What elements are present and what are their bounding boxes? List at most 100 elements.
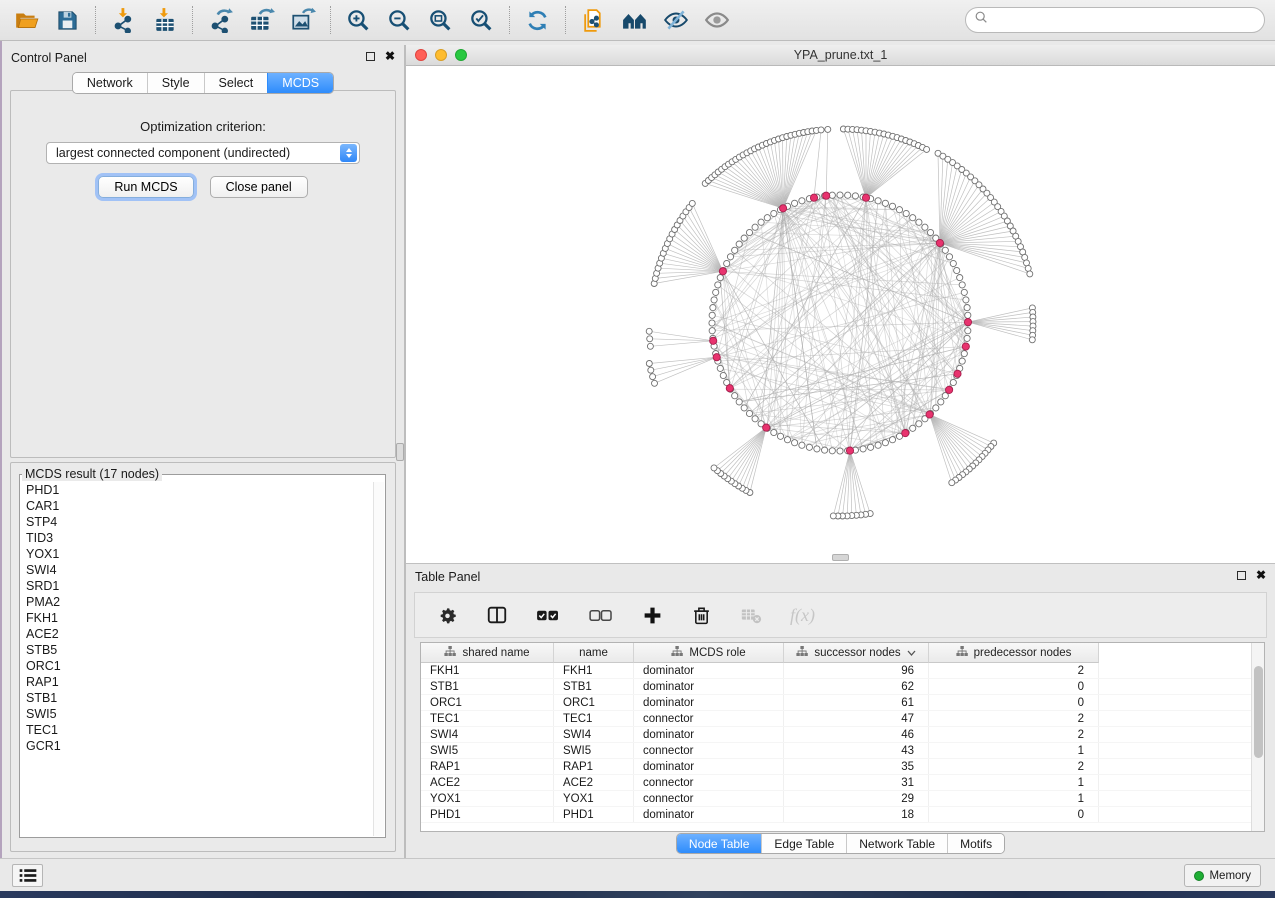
export-network-icon[interactable] (200, 4, 241, 36)
network-canvas[interactable] (406, 66, 1275, 563)
mcds-list-item[interactable]: FKH1 (26, 610, 372, 626)
column-header-name[interactable]: name (554, 643, 634, 663)
tab-mcds[interactable]: MCDS (267, 73, 333, 93)
table-cell: 2 (929, 727, 1099, 742)
open-file-icon[interactable] (6, 4, 47, 36)
table-tab-node-table[interactable]: Node Table (677, 834, 762, 853)
close-table-panel-icon[interactable]: ✖ (1256, 570, 1266, 580)
table-row[interactable]: STB1STB1dominator620 (421, 679, 1264, 695)
run-mcds-button[interactable]: Run MCDS (98, 176, 193, 198)
zoom-fit-icon[interactable] (420, 4, 461, 36)
table-tab-motifs[interactable]: Motifs (947, 834, 1004, 853)
table-row[interactable]: SWI5SWI5connector431 (421, 743, 1264, 759)
zoom-out-icon[interactable] (379, 4, 420, 36)
refresh-icon[interactable] (517, 4, 558, 36)
memory-status-icon (1194, 871, 1204, 881)
toolbar-separator (330, 6, 331, 34)
column-header-predecessor-nodes[interactable]: predecessor nodes (929, 643, 1099, 663)
table-row[interactable]: YOX1YOX1connector291 (421, 791, 1264, 807)
mcds-list-item[interactable]: TEC1 (26, 722, 372, 738)
mcds-list-item[interactable]: GCR1 (26, 738, 372, 754)
table-cell: YOX1 (554, 791, 634, 806)
table-cell: dominator (634, 679, 784, 694)
tab-style[interactable]: Style (147, 73, 204, 93)
mcds-list-item[interactable]: SRD1 (26, 578, 372, 594)
mcds-list-item[interactable]: STP4 (26, 514, 372, 530)
mcds-list-item[interactable]: PMA2 (26, 594, 372, 610)
table-tab-network-table[interactable]: Network Table (846, 834, 947, 853)
zoom-in-icon[interactable] (338, 4, 379, 36)
mcds-list-item[interactable]: STB1 (26, 690, 372, 706)
table-cell: 31 (784, 775, 929, 790)
show-graphics-details-icon[interactable] (696, 4, 737, 36)
network-graph[interactable] (406, 66, 1275, 563)
search-input[interactable] (993, 10, 1264, 30)
settings-icon[interactable] (437, 605, 458, 626)
table-row[interactable]: TEC1TEC1connector472 (421, 711, 1264, 727)
mcds-list-item[interactable]: ORC1 (26, 658, 372, 674)
hide-graphics-details-icon[interactable] (655, 4, 696, 36)
mcds-list-item[interactable]: RAP1 (26, 674, 372, 690)
delete-icon[interactable] (691, 605, 712, 626)
main-toolbar (0, 0, 1275, 41)
add-icon[interactable] (642, 605, 663, 626)
table-row[interactable]: SWI4SWI4dominator462 (421, 727, 1264, 743)
export-table-icon[interactable] (241, 4, 282, 36)
table-row[interactable]: ACE2ACE2connector311 (421, 775, 1264, 791)
table-cell: 46 (784, 727, 929, 742)
save-icon[interactable] (47, 4, 88, 36)
table-row[interactable]: FKH1FKH1dominator962 (421, 663, 1264, 679)
mcds-list-item[interactable]: TID3 (26, 530, 372, 546)
panel-list-button[interactable] (12, 864, 43, 887)
close-panel-icon[interactable]: ✖ (385, 51, 395, 61)
table-cell: SWI4 (554, 727, 634, 742)
table-scrollbar[interactable] (1251, 643, 1264, 831)
mcds-list-item[interactable]: SWI5 (26, 706, 372, 722)
table-row[interactable]: PHD1PHD1dominator180 (421, 807, 1264, 823)
float-table-panel-icon[interactable] (1237, 571, 1246, 580)
horizontal-splitter-grip[interactable] (832, 554, 849, 561)
mcds-list-scrollbar[interactable] (373, 482, 384, 836)
mcds-list-item[interactable]: STB5 (26, 642, 372, 658)
maximize-window-button[interactable] (455, 49, 467, 61)
close-window-button[interactable] (415, 49, 427, 61)
mcds-list-item[interactable]: YOX1 (26, 546, 372, 562)
deselect-all-icon[interactable] (589, 606, 614, 625)
table-tab-edge-table[interactable]: Edge Table (761, 834, 846, 853)
zoom-selected-icon[interactable] (461, 4, 502, 36)
table-scrollbar-thumb[interactable] (1254, 666, 1263, 758)
tab-network[interactable]: Network (73, 73, 147, 93)
close-panel-button[interactable]: Close panel (210, 176, 308, 198)
table-cell: 0 (929, 695, 1099, 710)
memory-button[interactable]: Memory (1184, 864, 1261, 887)
import-network-icon[interactable] (103, 4, 144, 36)
mcds-list-item[interactable]: CAR1 (26, 498, 372, 514)
table-cell: PHD1 (421, 807, 554, 822)
table-cell: SWI5 (554, 743, 634, 758)
table-cell: 1 (929, 775, 1099, 790)
table-row[interactable]: ORC1ORC1dominator610 (421, 695, 1264, 711)
toolbar-group (338, 4, 502, 36)
float-panel-icon[interactable] (366, 52, 375, 61)
column-header-shared-name[interactable]: shared name (421, 643, 554, 663)
mcds-list-item[interactable]: SWI4 (26, 562, 372, 578)
clone-network-icon[interactable] (573, 4, 614, 36)
column-header-successor-nodes[interactable]: successor nodes (784, 643, 929, 663)
splitter-grip[interactable] (396, 443, 404, 461)
columns-icon[interactable] (486, 604, 508, 626)
first-neighbors-icon[interactable] (614, 4, 655, 36)
column-header-MCDS-role[interactable]: MCDS role (634, 643, 784, 663)
tab-select[interactable]: Select (204, 73, 268, 93)
optimization-criterion-select[interactable]: largest connected component (undirected) (46, 142, 360, 164)
toolbar-separator (95, 6, 96, 34)
minimize-window-button[interactable] (435, 49, 447, 61)
mcds-list-item[interactable]: ACE2 (26, 626, 372, 642)
column-type-icon (956, 646, 968, 660)
memory-label: Memory (1209, 870, 1251, 882)
export-image-icon[interactable] (282, 4, 323, 36)
table-cell: SWI5 (421, 743, 554, 758)
table-row[interactable]: RAP1RAP1dominator352 (421, 759, 1264, 775)
import-table-icon[interactable] (144, 4, 185, 36)
select-all-icon[interactable] (536, 606, 561, 625)
mcds-list-item[interactable]: PHD1 (26, 482, 372, 498)
